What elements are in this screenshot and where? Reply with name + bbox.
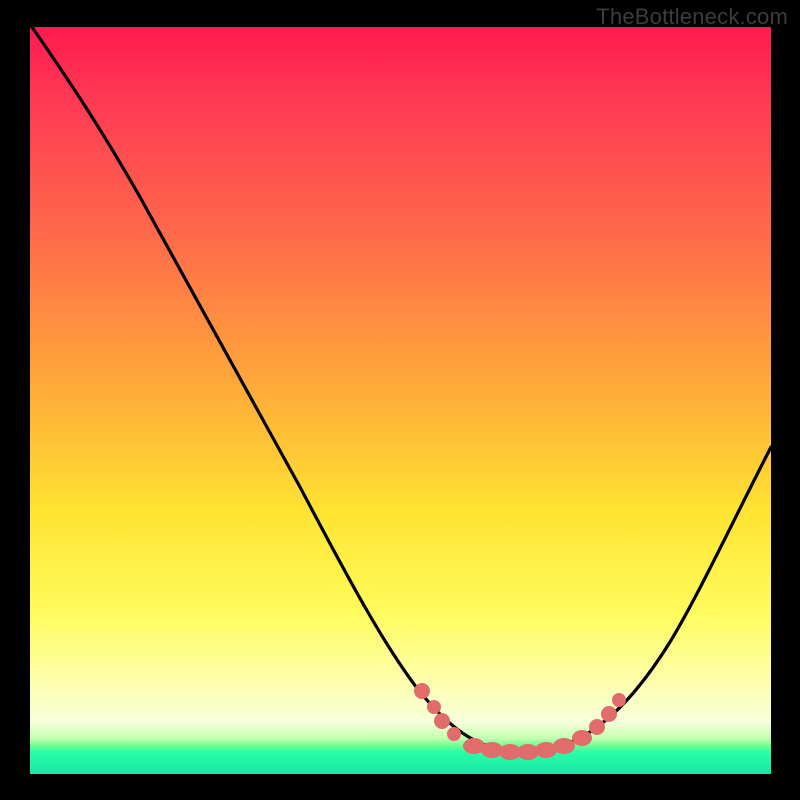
highlight-dots-group xyxy=(414,683,626,760)
highlight-dot xyxy=(447,727,461,741)
highlight-dot xyxy=(589,719,605,735)
highlight-dot xyxy=(601,706,617,722)
watermark-text: TheBottleneck.com xyxy=(596,4,788,30)
highlight-dot xyxy=(553,738,575,754)
bottleneck-curve xyxy=(32,27,771,752)
highlight-dot xyxy=(427,700,441,714)
chart-svg xyxy=(30,27,771,774)
chart-frame: TheBottleneck.com xyxy=(0,0,800,800)
highlight-dot xyxy=(572,730,592,746)
highlight-dot xyxy=(434,713,450,729)
highlight-dot xyxy=(414,683,430,699)
highlight-dot xyxy=(612,693,626,707)
